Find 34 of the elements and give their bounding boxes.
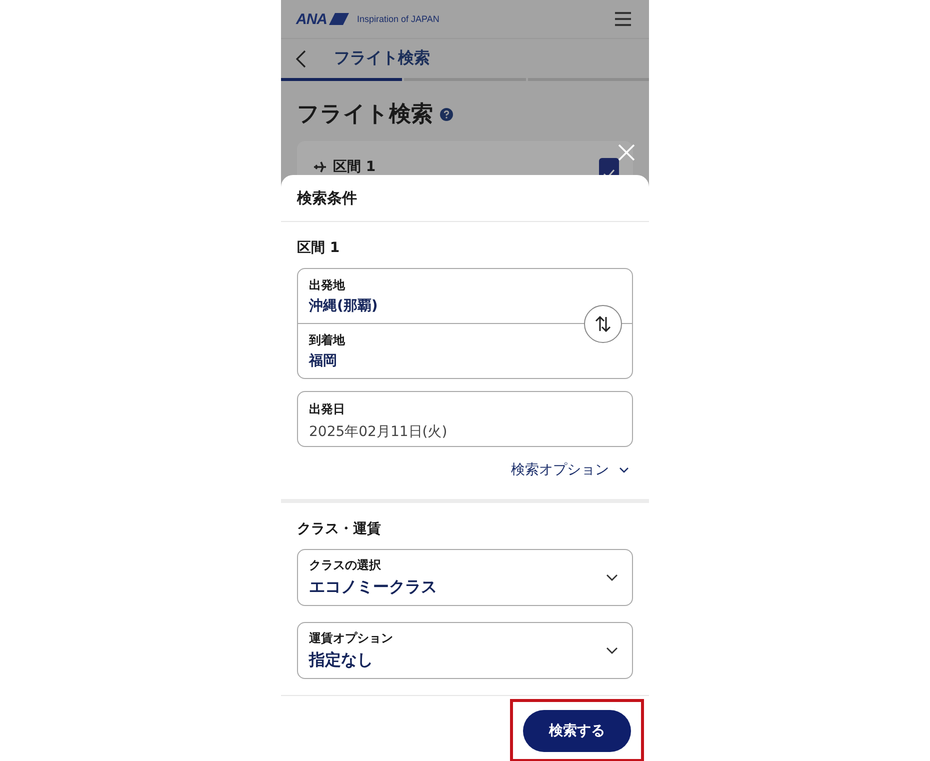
swap-arrows-icon bbox=[595, 316, 611, 332]
tagline: Inspiration of JAPAN bbox=[357, 14, 440, 24]
date-field[interactable]: 出発日 2025年02月11日(火) bbox=[297, 391, 633, 447]
field-label: 到着地 bbox=[309, 332, 346, 349]
airplane-icon bbox=[313, 160, 327, 174]
segment-label: 区間 1 bbox=[333, 158, 377, 176]
back-icon[interactable] bbox=[296, 50, 306, 68]
logo-stripe-icon bbox=[329, 13, 349, 25]
field-value: 沖縄(那覇) bbox=[309, 297, 379, 315]
field-value: 指定なし bbox=[309, 650, 374, 671]
chevron-down-icon bbox=[606, 574, 618, 581]
nav-title: フライト検索 bbox=[334, 48, 430, 69]
field-value: 2025年02月11日(火) bbox=[309, 423, 448, 441]
route-field[interactable]: 出発地 沖縄(那覇) 到着地 福岡 bbox=[297, 268, 633, 379]
sheet-title: 検索条件 bbox=[281, 175, 649, 222]
logo-text: ANA bbox=[296, 10, 327, 28]
section-title: クラス・運賃 bbox=[297, 520, 382, 538]
menu-icon[interactable] bbox=[615, 12, 631, 26]
select-field[interactable]: クラスの選択 エコノミークラス bbox=[297, 549, 633, 606]
help-icon[interactable] bbox=[440, 108, 453, 120]
field-value: 福岡 bbox=[309, 352, 338, 370]
field-label: クラスの選択 bbox=[309, 557, 382, 574]
select-field[interactable]: 運賃オプション 指定なし bbox=[297, 622, 633, 679]
section-title: 区間 1 bbox=[297, 239, 341, 257]
field-value: エコノミークラス bbox=[309, 577, 438, 598]
page-title: フライト検索 bbox=[297, 101, 433, 129]
options-link[interactable]: 検索オプション bbox=[511, 461, 629, 479]
field-label: 出発日 bbox=[309, 401, 346, 418]
chevron-down-icon bbox=[606, 647, 618, 654]
search-button[interactable]: 検索する bbox=[523, 710, 631, 752]
field-label: 運賃オプション bbox=[309, 630, 394, 647]
field-label: 出発地 bbox=[309, 277, 346, 294]
swap-button[interactable] bbox=[584, 305, 622, 343]
chevron-down-icon bbox=[619, 467, 629, 473]
